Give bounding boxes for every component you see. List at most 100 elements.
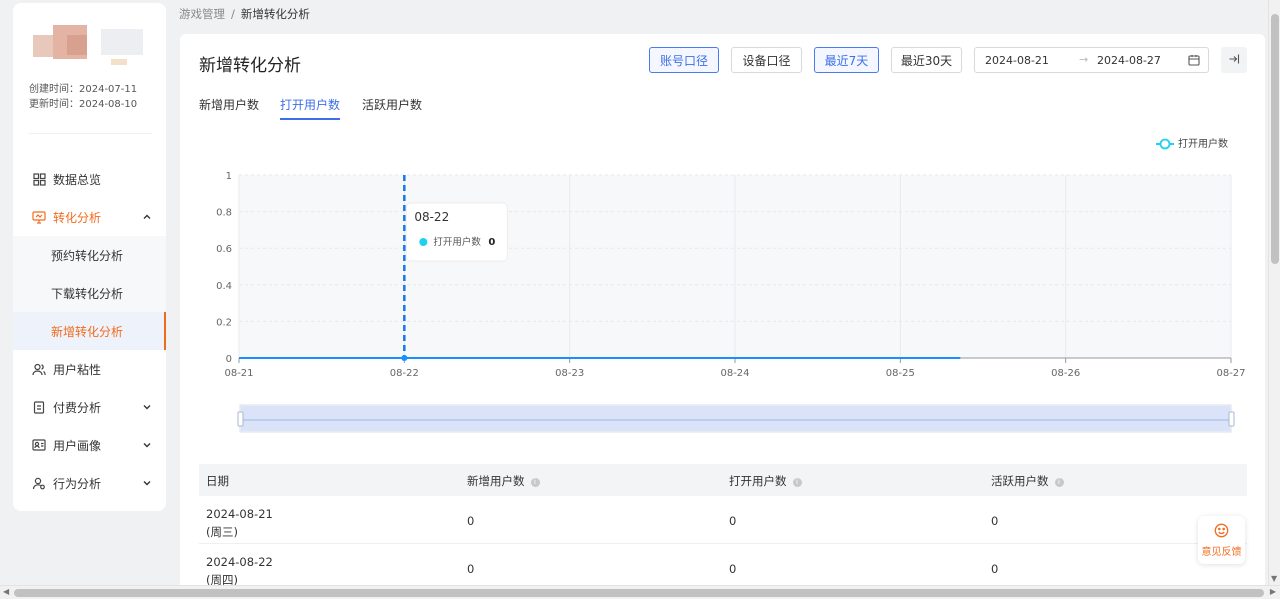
legend-label: 打开用户数 (1178, 137, 1228, 150)
account-caliber-button[interactable]: 账号口径 (649, 47, 719, 73)
column-header-new-users: 新增用户数 i (467, 473, 540, 489)
sidebar-item-label: 付费分析 (53, 400, 102, 415)
export-icon (1228, 53, 1240, 68)
vertical-scrollbar[interactable]: ▼ (1268, 0, 1280, 585)
tooltip-title: 08-22 (414, 210, 449, 224)
cell-open-users: 0 (729, 514, 737, 528)
x-tick-label: 08-26 (1051, 368, 1080, 379)
smile-icon (1214, 523, 1229, 541)
horizontal-scrollbar[interactable]: ◀ ▶ (0, 585, 1280, 599)
column-header-label: 打开用户数 (729, 474, 787, 488)
tooltip-series-label: 打开用户数 (433, 236, 481, 248)
sidebar-item-new-conversion[interactable]: 新增转化分析 (13, 312, 166, 350)
updated-time: 更新时间：2024-08-10 (29, 99, 138, 110)
created-time: 创建时间：2024-07-11 (29, 84, 138, 95)
last-30-days-button[interactable]: 最近30天 (891, 47, 962, 73)
data-point (401, 355, 408, 361)
bill-icon (32, 400, 46, 414)
x-tick-label: 08-27 (1216, 368, 1245, 379)
y-tick-label: 1 (226, 171, 232, 182)
tooltip-value: 0 (488, 237, 495, 248)
x-tick-label: 08-21 (224, 368, 253, 379)
sidebar-item-payment-analysis[interactable]: 付费分析 (13, 388, 166, 426)
date-start[interactable]: 2024-08-21 (985, 54, 1049, 67)
weekday-text: (周三) (206, 525, 238, 539)
sidebar-menu: 数据总览 转化分析 预约转化分析 下载转化分析 新增转化分析 用户粘性 付费分析… (13, 160, 166, 502)
data-table: 日期 新增用户数 i 打开用户数 i 活跃用户数 i 2024-08-21 (周三) 0… (199, 464, 1247, 592)
last-7-days-button[interactable]: 最近7天 (814, 47, 879, 73)
info-icon[interactable]: i (1054, 478, 1064, 487)
column-header-active-users: 活跃用户数 i (991, 473, 1064, 489)
info-icon[interactable]: i (530, 478, 540, 487)
column-header-date: 日期 (206, 474, 229, 488)
feedback-label: 意见反馈 (1201, 546, 1242, 558)
sidebar-item-overview[interactable]: 数据总览 (13, 160, 166, 198)
breadcrumb-separator: / (231, 7, 235, 21)
y-tick-label: 0.2 (216, 317, 232, 328)
cell-date: 2024-08-22 (周四) (206, 553, 273, 589)
legend-marker (1159, 138, 1171, 150)
sidebar-item-label: 行为分析 (53, 476, 102, 491)
users-icon (32, 362, 46, 376)
game-avatar (31, 17, 143, 65)
tab-open-users[interactable]: 打开用户数 (280, 96, 341, 120)
scroll-down-arrow-icon[interactable]: ▼ (1271, 574, 1277, 583)
monitor-icon (32, 210, 46, 224)
sidebar-item-label: 预约转化分析 (51, 248, 124, 263)
sidebar-item-label: 转化分析 (53, 210, 102, 225)
table-header: 日期 新增用户数 i 打开用户数 i 活跃用户数 i (199, 464, 1247, 496)
id-card-icon (32, 438, 46, 452)
main-card: 新增转化分析 账号口径 设备口径 最近7天 最近30天 2024-08-21 →… (180, 34, 1265, 594)
feedback-button[interactable]: 意见反馈 (1198, 516, 1245, 564)
cell-active-users: 0 (991, 562, 999, 576)
arrow-right-icon: → (1079, 53, 1089, 66)
scroll-right-arrow-icon[interactable]: ▶ (1270, 587, 1276, 596)
user-behavior-icon (32, 476, 46, 490)
sidebar-item-user-stickiness[interactable]: 用户粘性 (13, 350, 166, 388)
cell-active-users: 0 (991, 514, 999, 528)
scroll-left-arrow-icon[interactable]: ◀ (3, 587, 9, 596)
device-caliber-button[interactable]: 设备口径 (731, 47, 802, 73)
sidebar-item-user-profile[interactable]: 用户画像 (13, 426, 166, 464)
column-header-open-users: 打开用户数 i (729, 473, 802, 489)
breadcrumb: 游戏管理 / 新增转化分析 (179, 6, 310, 22)
data-zoom-selection (241, 406, 1230, 431)
sidebar-item-download-conversion[interactable]: 下载转化分析 (13, 274, 166, 312)
data-zoom-handle-left[interactable] (237, 411, 244, 427)
y-tick-label: 0 (226, 354, 232, 365)
tab-active-users[interactable]: 活跃用户数 (362, 96, 422, 113)
column-header-label: 新增用户数 (467, 474, 525, 488)
column-header-label: 活跃用户数 (991, 474, 1049, 488)
cell-new-users: 0 (467, 562, 475, 576)
date-range-picker[interactable]: 2024-08-21 → 2024-08-27 (974, 47, 1209, 73)
export-button[interactable] (1221, 47, 1247, 73)
info-icon[interactable]: i (792, 478, 802, 487)
tooltip-dot (419, 238, 428, 246)
sidebar-item-conversion[interactable]: 转化分析 (13, 198, 166, 236)
sidebar-item-label: 数据总览 (53, 172, 102, 187)
tab-new-users[interactable]: 新增用户数 (199, 96, 259, 113)
sidebar: 创建时间：2024-07-11 更新时间：2024-08-10 数据总览 转化分… (13, 3, 166, 511)
cell-date: 2024-08-21 (周三) (206, 505, 273, 541)
grid-icon (32, 172, 46, 186)
sidebar-item-label: 新增转化分析 (51, 324, 124, 339)
date-text: 2024-08-22 (206, 555, 273, 569)
y-tick-label: 0.8 (216, 208, 232, 219)
scrollbar-thumb[interactable] (14, 589, 1264, 597)
breadcrumb-parent[interactable]: 游戏管理 (179, 7, 225, 21)
chevron-down-icon (142, 439, 152, 453)
sidebar-item-reservation-conversion[interactable]: 预约转化分析 (13, 236, 166, 274)
scrollbar-thumb[interactable] (1271, 14, 1279, 264)
sidebar-item-label: 用户粘性 (53, 362, 102, 377)
sidebar-item-behavior-analysis[interactable]: 行为分析 (13, 464, 166, 502)
data-zoom-handle-right[interactable] (1228, 411, 1235, 427)
x-tick-label: 08-23 (555, 368, 584, 379)
cell-new-users: 0 (467, 514, 475, 528)
chevron-up-icon (142, 211, 152, 225)
date-end[interactable]: 2024-08-27 (1097, 54, 1161, 67)
line-chart: 0 0.2 0.4 0.6 0.8 1 08-21 08-22 08-23 08-24 08-25 0… (216, 137, 1246, 433)
table-row: 2024-08-21 (周三) 0 0 0 (199, 496, 1247, 544)
calendar-icon (1188, 54, 1200, 69)
x-tick-label: 08-24 (720, 368, 749, 379)
chevron-down-icon (142, 401, 152, 415)
